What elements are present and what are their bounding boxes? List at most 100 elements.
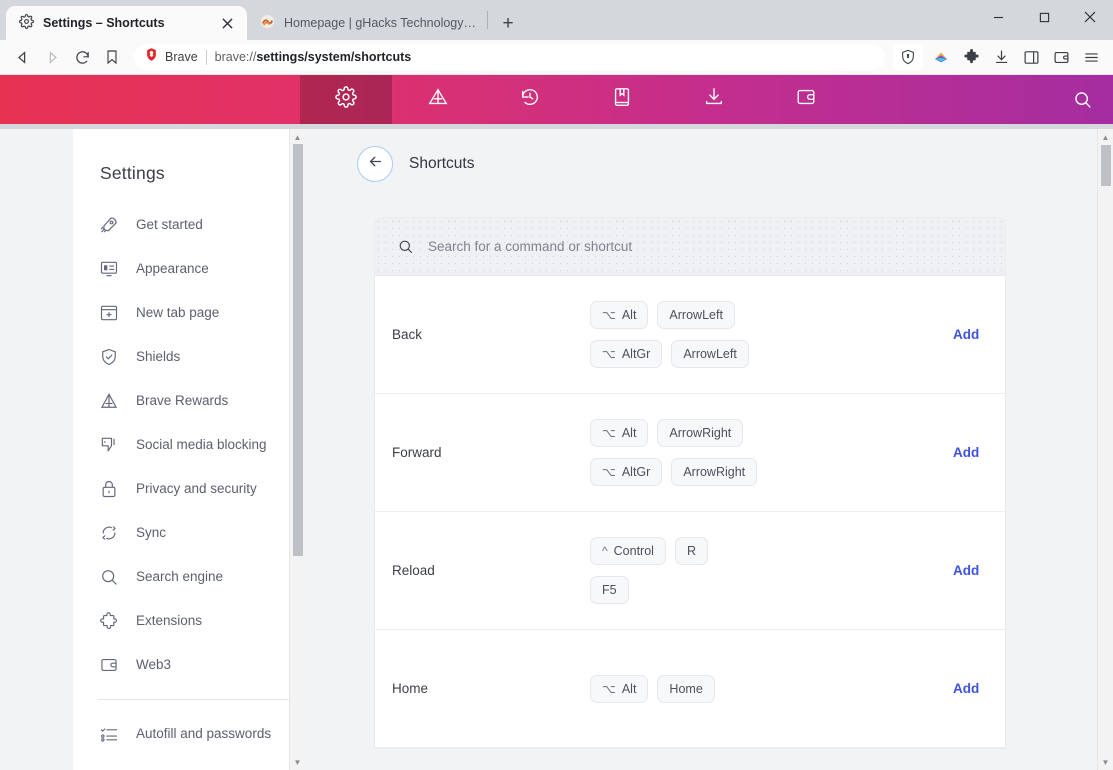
sidebar-item-appearance[interactable]: Appearance: [73, 247, 305, 291]
sidebar-scrollbar-thumb[interactable]: [293, 144, 303, 556]
shortcut-command-name: Forward: [375, 445, 590, 460]
list-icon: [98, 723, 120, 745]
sidebar-scrollbar[interactable]: ▲ ▼: [289, 129, 305, 770]
wallet-icon: [98, 654, 120, 676]
content-scrollbar[interactable]: ▲ ▼: [1097, 129, 1113, 770]
back-button[interactable]: [357, 146, 393, 182]
forward-icon[interactable]: [38, 43, 66, 71]
rocket-icon: [98, 214, 120, 236]
key-chip[interactable]: ⌥AltGr: [590, 458, 662, 486]
gradbar-item-settings[interactable]: [300, 75, 392, 124]
gradbar-item-downloads[interactable]: [668, 75, 760, 124]
tab-strip: Settings – Shortcuts Homepage | gHacks T…: [0, 0, 1113, 40]
brave-vertical-tabs-gradient-bar: [0, 75, 1113, 124]
download-tray-icon: [703, 86, 725, 113]
gradbar-item-bookmarks[interactable]: [576, 75, 668, 124]
sidebar-item-extensions[interactable]: Extensions: [73, 599, 305, 643]
key-label: ArrowRight: [683, 465, 745, 479]
lock-icon: [98, 478, 120, 500]
shortcut-key-combos: ⌥Alt Home: [590, 675, 905, 703]
content-scrollbar-thumb[interactable]: [1101, 145, 1111, 186]
window-controls: [975, 0, 1113, 40]
key-chip[interactable]: ⌥AltGr: [590, 340, 662, 368]
shortcut-command-name: Back: [375, 327, 590, 342]
tab-title: Settings – Shortcuts: [43, 16, 208, 30]
sidebar-item-label: Sync: [136, 525, 166, 541]
sidebar-item-brave-rewards[interactable]: Brave Rewards: [73, 379, 305, 423]
sidebar-item-autofill-and-passwords[interactable]: Autofill and passwords: [73, 712, 305, 756]
sidebar-item-new-tab-page[interactable]: New tab page: [73, 291, 305, 335]
close-button[interactable]: [1067, 0, 1113, 34]
search-input[interactable]: [428, 239, 983, 254]
sidebar-item-sync[interactable]: Sync: [73, 511, 305, 555]
key-chip[interactable]: ArrowLeft: [671, 340, 749, 368]
sync-icon: [98, 522, 120, 544]
sidebar-item-social-media-blocking[interactable]: Social media blocking: [73, 423, 305, 467]
shortcut-key-combos: ^Control R F5: [590, 537, 905, 604]
back-icon[interactable]: [8, 43, 36, 71]
key-chip[interactable]: Home: [657, 675, 714, 703]
close-icon[interactable]: [217, 13, 237, 33]
add-shortcut-link[interactable]: Add: [905, 445, 1005, 460]
scroll-down-icon[interactable]: ▼: [1098, 755, 1113, 769]
sidebar-item-shields[interactable]: Shields: [73, 335, 305, 379]
gradbar-item-wallet[interactable]: [760, 75, 852, 124]
sidebar-item-label: Social media blocking: [136, 437, 267, 453]
shortcut-key-combos: ⌥Alt ArrowLeft ⌥AltGr ArrowLeft: [590, 301, 905, 368]
address-bar[interactable]: Brave brave://settings/system/shortcuts: [134, 44, 885, 70]
key-chip[interactable]: R: [675, 537, 708, 565]
new-tab-button[interactable]: +: [494, 9, 522, 37]
key-chip[interactable]: ArrowLeft: [657, 301, 735, 329]
key-chip[interactable]: ArrowRight: [657, 419, 743, 447]
search-icon[interactable]: [1067, 85, 1097, 115]
minimize-button[interactable]: [975, 0, 1021, 34]
scroll-up-icon[interactable]: ▲: [290, 130, 305, 144]
key-chip[interactable]: F5: [590, 576, 629, 604]
sidebar-item-search-engine[interactable]: Search engine: [73, 555, 305, 599]
sidebar-icon[interactable]: [1017, 43, 1045, 71]
sidebar-item-privacy-and-security[interactable]: Privacy and security: [73, 467, 305, 511]
key-chip[interactable]: ArrowRight: [671, 458, 757, 486]
add-shortcut-link[interactable]: Add: [905, 563, 1005, 578]
page-left-margin: [0, 129, 73, 770]
add-shortcut-link[interactable]: Add: [905, 681, 1005, 696]
modifier-symbol: ⌥: [602, 426, 616, 440]
brave-shields-icon[interactable]: [893, 44, 923, 70]
bookmark-icon[interactable]: [98, 43, 126, 71]
key-label: ArrowRight: [669, 426, 731, 440]
menu-icon[interactable]: [1077, 43, 1105, 71]
settings-content: Shortcuts Back: [305, 129, 1113, 770]
extensions-icon[interactable]: [957, 43, 985, 71]
tab-ghacks[interactable]: Homepage | gHacks Technology News: [247, 6, 487, 40]
search-icon: [397, 238, 414, 255]
rewards-triangle-icon: [98, 390, 120, 412]
tab-settings-shortcuts[interactable]: Settings – Shortcuts: [6, 6, 247, 40]
sidebar-item-label: Search engine: [136, 569, 223, 585]
key-chip[interactable]: ⌥Alt: [590, 675, 648, 703]
brave-leo-icon[interactable]: [927, 43, 955, 71]
key-chip[interactable]: ⌥Alt: [590, 301, 648, 329]
key-chip[interactable]: ⌥ Alt: [590, 419, 648, 447]
brave-brand: Brave: [144, 47, 198, 67]
sidebar-item-label: Autofill and passwords: [136, 726, 271, 742]
downloads-icon[interactable]: [987, 43, 1015, 71]
key-label: ArrowLeft: [669, 308, 723, 322]
sidebar-item-web3[interactable]: Web3: [73, 643, 305, 687]
gradbar-item-rewards[interactable]: [392, 75, 484, 124]
wallet-icon[interactable]: [1047, 43, 1075, 71]
sidebar-title: Settings: [73, 163, 305, 184]
ghacks-favicon: [260, 14, 275, 32]
reload-icon[interactable]: [68, 43, 96, 71]
scroll-up-icon[interactable]: ▲: [1098, 130, 1113, 144]
shortcuts-search-bar[interactable]: [375, 218, 1005, 276]
key-label: Alt: [622, 426, 637, 440]
maximize-button[interactable]: [1021, 0, 1067, 34]
gradbar-item-history[interactable]: [484, 75, 576, 124]
tab-divider: [487, 11, 488, 29]
key-chip[interactable]: ^Control: [590, 537, 666, 565]
sidebar-item-label: Get started: [136, 217, 203, 233]
key-label: Control: [614, 544, 654, 558]
scroll-down-icon[interactable]: ▼: [290, 755, 305, 769]
sidebar-item-get-started[interactable]: Get started: [73, 203, 305, 247]
add-shortcut-link[interactable]: Add: [905, 327, 1005, 342]
